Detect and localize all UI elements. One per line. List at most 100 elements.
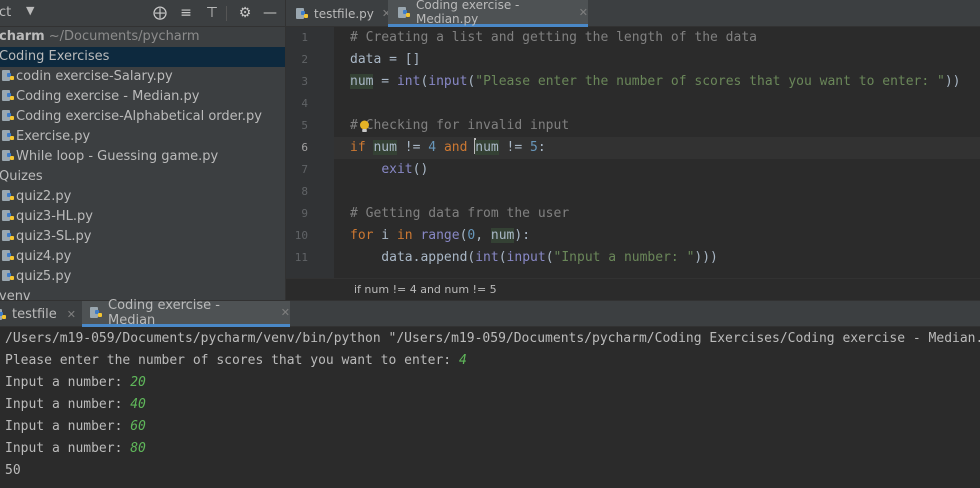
python-file-icon [2,69,14,83]
code-line-10: for i in range(0, num): [350,228,531,243]
code-line-3: num = int(input("Please enter the number… [350,74,961,89]
code-line-11: data.append(int(input("Input a number: "… [350,250,718,265]
tree-item-label: quiz4.py [16,249,72,264]
lightbulb-icon[interactable] [359,120,370,133]
python-file-icon [0,308,7,321]
gear-icon[interactable]: ⚙ [236,4,254,22]
tree-folder[interactable]: Coding Exercises [0,47,285,67]
console-line: Input a number: 20 [5,372,146,394]
close-icon[interactable]: ✕ [281,306,290,319]
line-number: 7 [301,163,308,176]
project-panel: ct ▼ ⨁ ≡ ⊤ ⚙ — charm ~/Documents/pycharm … [0,0,286,300]
tree-item-label: quiz3-SL.py [16,229,92,244]
breadcrumb[interactable]: if num != 4 and num != 5 [286,278,980,300]
line-number: 4 [301,97,308,110]
line-number: 11 [294,251,308,264]
code-editor[interactable]: # Creating a list and getting the length… [334,27,980,278]
collapse-all-icon[interactable]: ⊤ [203,4,221,22]
code-line-7: exit() [381,162,429,177]
console-text: 50 [5,463,21,478]
python-file-icon [398,6,411,19]
console-text: Input a number: [5,397,131,412]
python-file-icon [2,89,14,103]
user-input-value: 80 [130,441,146,456]
console-line: Please enter the number of scores that y… [5,350,467,372]
user-input-value: 4 [458,353,467,368]
tree-file[interactable]: While loop - Guessing game.py [0,147,285,167]
hide-panel-icon[interactable]: — [261,4,279,22]
tree-file[interactable]: quiz3-HL.py [0,207,285,227]
console-text: Input a number: [5,419,131,434]
tree-item-label: Exercise.py [16,129,91,144]
project-root-path: ~/Documents/pycharm [48,29,200,44]
run-tab-bar: testfile ✕ Coding exercise - Median ✕ [0,297,980,328]
tree-item-label: Coding exercise - Median.py [16,89,200,104]
tab-median[interactable]: Coding exercise - Median.py ✕ [388,0,588,27]
tab-label: Coding exercise - Median.py [416,0,520,26]
line-number: 1 [301,31,308,44]
line-number-gutter: 1 2 3 4 5 6 7 8 9 10 11 [286,27,334,278]
python-file-icon [2,249,14,263]
run-tab-median[interactable]: Coding exercise - Median ✕ [82,297,290,328]
line-number: 2 [301,53,308,66]
chevron-down-icon[interactable]: ▼ [26,4,34,17]
tree-item-label: codin exercise-Salary.py [16,69,173,84]
tree-file[interactable]: quiz3-SL.py [0,227,285,247]
project-toolbar: ct ▼ ⨁ ≡ ⊤ ⚙ — [0,0,285,27]
tree-file[interactable]: quiz4.py [0,247,285,267]
project-root-name: charm [0,29,45,44]
python-file-icon [2,129,14,143]
tree-file[interactable]: Coding exercise-Alphabetical order.py [0,107,285,127]
project-view-title[interactable]: ct [0,5,11,20]
python-file-icon [2,229,14,243]
python-file-icon [2,109,14,123]
python-file-icon [296,7,309,20]
code-line-5: # Checking for invalid input [350,118,570,133]
breadcrumb-label[interactable]: if num != 4 and num != 5 [354,283,497,296]
close-icon[interactable]: ✕ [67,308,76,321]
python-file-icon [2,189,14,203]
console-text: Please enter the number of scores that y… [5,353,459,368]
line-number: 5 [301,119,308,132]
tab-testfile[interactable]: testfile.py ✕ [286,0,391,27]
tree-item-label: quiz2.py [16,189,72,204]
console-line: /Users/m19-059/Documents/pycharm/venv/bi… [5,328,980,350]
tree-item-label: quiz3-HL.py [16,209,93,224]
console-text: Input a number: [5,441,131,456]
tree-file[interactable]: Exercise.py [0,127,285,147]
locate-icon[interactable]: ⨁ [151,4,169,22]
tree-item-label: quiz5.py [16,269,72,284]
line-number: 3 [301,75,308,88]
python-file-icon [2,149,14,163]
console-line: Input a number: 40 [5,394,146,416]
close-icon[interactable]: ✕ [579,6,588,19]
tree-folder[interactable]: Quizes [0,167,285,187]
line-number: 9 [301,207,308,220]
python-file-icon [90,306,103,319]
code-line-2: data = [] [350,52,421,67]
tree-item-label: While loop - Guessing game.py [16,149,219,164]
tree-item-label: Coding Exercises [0,49,110,64]
code-line-6: if num != 4 and num != 5: [350,138,546,155]
console-line: Input a number: 60 [5,416,146,438]
tree-file[interactable]: codin exercise-Salary.py [0,67,285,87]
toolbar-divider [226,6,227,21]
run-tab-label: Coding exercise - Median [108,297,220,328]
tree-file[interactable]: quiz5.py [0,267,285,287]
tree-item-label: Quizes [0,169,43,184]
console-text: Input a number: [5,375,131,390]
user-input-value: 60 [130,419,146,434]
user-input-value: 20 [130,375,146,390]
python-file-icon [2,209,14,223]
line-number: 8 [301,185,308,198]
run-panel: testfile ✕ Coding exercise - Median ✕ /U… [0,297,980,488]
expand-all-icon[interactable]: ≡ [177,4,195,22]
tree-file[interactable]: quiz2.py [0,187,285,207]
code-line-1: # Creating a list and getting the length… [350,30,757,45]
user-input-value: 40 [130,397,146,412]
run-tab-testfile[interactable]: testfile ✕ [0,301,80,327]
project-root[interactable]: charm ~/Documents/pycharm [0,27,285,47]
tree-file[interactable]: Coding exercise - Median.py [0,87,285,107]
line-number: 6 [301,141,308,154]
code-line-9: # Getting data from the user [350,206,570,221]
